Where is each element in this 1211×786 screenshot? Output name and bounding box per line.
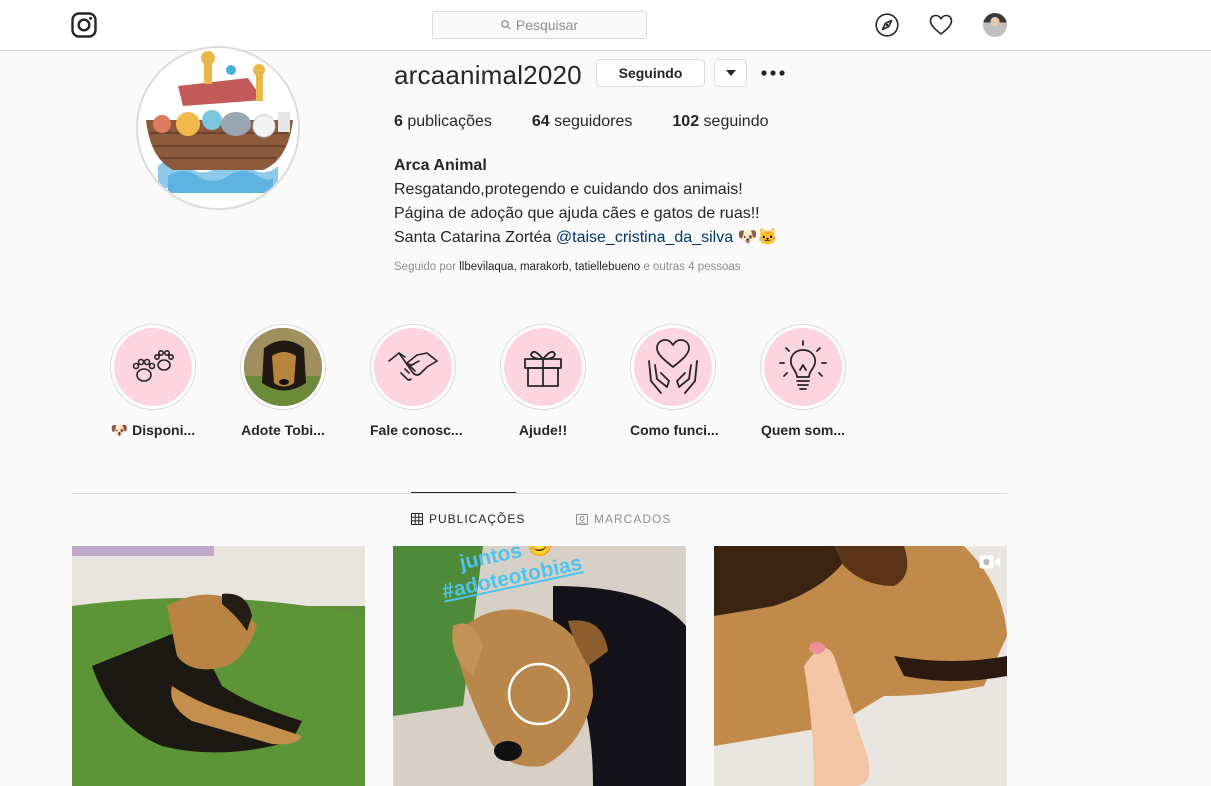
- highlight-cover: [244, 328, 322, 406]
- followed-by-suffix: e outras 4 pessoas: [643, 261, 741, 273]
- story-highlight-available[interactable]: 🐶 Disponi...: [110, 324, 196, 439]
- active-tab-indicator: [411, 492, 516, 493]
- following-count-label: seguindo: [703, 113, 769, 130]
- bio-line-2: Página de adoção que ajuda cães e gatos …: [394, 205, 760, 222]
- posts-count: 6 publicações: [394, 113, 492, 131]
- tab-tagged[interactable]: MARCADOS: [576, 512, 671, 526]
- explore-compass-icon[interactable]: [875, 13, 899, 37]
- bio-mention-link[interactable]: @taise_cristina_da_silva: [556, 229, 733, 246]
- heart-hands-icon: [648, 339, 698, 394]
- following-button[interactable]: Seguindo: [596, 59, 705, 87]
- lightbulb-icon: [779, 340, 827, 390]
- grid-icon: [411, 513, 423, 525]
- search-input[interactable]: Pesquisar: [432, 11, 647, 39]
- highlight-cover: [764, 328, 842, 406]
- highlight-ring: [500, 324, 586, 410]
- tabs-divider: [72, 493, 1007, 494]
- heart-activity-icon[interactable]: [929, 13, 953, 37]
- highlight-label: Quem som...: [760, 422, 846, 438]
- followers-count[interactable]: 64 seguidores: [532, 113, 633, 131]
- highlight-cover: [114, 328, 192, 406]
- highlight-ring: [630, 324, 716, 410]
- highlight-ring: [110, 324, 196, 410]
- post-thumbnail[interactable]: [72, 546, 365, 786]
- highlight-cover: [504, 328, 582, 406]
- tab-posts-label: PUBLICAÇÕES: [429, 512, 526, 526]
- highlight-label: Como funci...: [630, 422, 719, 438]
- profile-bio: Arca Animal Resgatando,protegendo e cuid…: [394, 154, 777, 250]
- post-thumbnail[interactable]: juntos 😊 #adoteotobias: [393, 546, 686, 786]
- highlight-label: Adote Tobi...: [241, 422, 325, 438]
- ark-illustration: [138, 48, 298, 208]
- highlight-label: 🐶 Disponi...: [110, 422, 196, 438]
- tagged-user-icon: [576, 514, 588, 525]
- followed-by-prefix: Seguido por: [394, 261, 457, 273]
- profile-avatar-small[interactable]: [983, 13, 1007, 37]
- story-highlight-help[interactable]: Ajude!!: [500, 324, 586, 438]
- posts-count-label: publicações: [407, 113, 492, 130]
- highlight-ring: [760, 324, 846, 410]
- highlight-label: Ajude!!: [518, 422, 568, 438]
- gift-icon: [524, 350, 562, 387]
- video-icon: [979, 555, 1000, 569]
- more-options-button[interactable]: [760, 64, 786, 82]
- bio-full-name: Arca Animal: [394, 157, 487, 174]
- ellipsis-icon: [761, 70, 785, 76]
- followed-by-names: llbevilaqua, marakorb, tatiellebueno: [459, 261, 641, 273]
- instagram-icon[interactable]: [71, 12, 97, 38]
- profile-avatar[interactable]: [136, 46, 300, 210]
- highlight-cover: [374, 328, 452, 406]
- dog-closeup-video-frame: [714, 546, 1007, 786]
- bio-location: Santa Catarina Zortéa: [394, 229, 552, 246]
- followers-count-label: seguidores: [554, 113, 633, 130]
- followers-count-value: 64: [531, 113, 550, 130]
- tab-posts[interactable]: PUBLICAÇÕES: [411, 512, 525, 526]
- paws-icon: [132, 349, 174, 382]
- profile-username: arcaanimal2020: [394, 60, 582, 90]
- handshake-icon: [388, 352, 438, 381]
- highlight-label: Fale conosc...: [370, 422, 463, 438]
- highlight-cover: [634, 328, 712, 406]
- story-highlight-contact[interactable]: Fale conosc...: [370, 324, 463, 438]
- followed-by-text[interactable]: Seguido por llbevilaqua, marakorb, tatie…: [394, 261, 741, 273]
- bio-emoji: 🐶🐱: [737, 229, 778, 246]
- story-highlight-adopt-tobias[interactable]: Adote Tobi...: [240, 324, 326, 438]
- profile-stats: 6 publicações 64 seguidores 102 seguindo: [394, 113, 809, 131]
- highlight-ring: [370, 324, 456, 410]
- highlight-ring: [240, 324, 326, 410]
- search-icon: [501, 20, 511, 30]
- following-count[interactable]: 102 seguindo: [672, 113, 768, 131]
- suggestions-dropdown-button[interactable]: [714, 59, 747, 87]
- dog-on-grass-photo: [72, 546, 365, 786]
- story-highlight-how-it-works[interactable]: Como funci...: [630, 324, 719, 438]
- following-count-value: 102: [672, 113, 700, 130]
- top-navigation-bar: Pesquisar: [0, 0, 1211, 51]
- post-thumbnail[interactable]: [714, 546, 1007, 786]
- tab-tagged-label: MARCADOS: [594, 512, 672, 526]
- dog-photo: [244, 328, 322, 406]
- bio-line-1: Resgatando,protegendo e cuidando dos ani…: [394, 181, 743, 198]
- posts-count-value: 6: [394, 113, 403, 130]
- bio-line-3: Santa Catarina Zortéa @taise_cristina_da…: [394, 226, 777, 250]
- caret-down-icon: [725, 70, 736, 76]
- story-highlight-about-us[interactable]: Quem som...: [760, 324, 846, 438]
- search-placeholder: Pesquisar: [515, 17, 579, 33]
